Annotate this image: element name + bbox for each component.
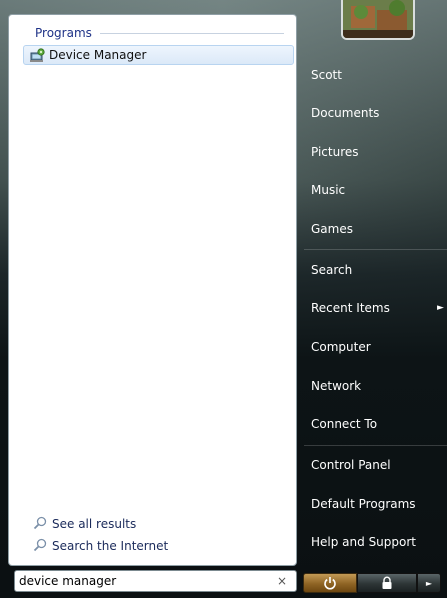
search-internet-label: Search the Internet	[52, 539, 169, 553]
section-title: Programs	[35, 26, 92, 40]
user-picture[interactable]	[341, 0, 415, 40]
section-divider	[99, 32, 284, 34]
right-item-music[interactable]: Music	[311, 181, 345, 199]
programs-panel: Programs Device Manager See all results	[8, 14, 297, 566]
programs-section-header: Programs	[35, 25, 284, 41]
right-item-computer[interactable]: Computer	[311, 338, 371, 356]
submenu-arrow-icon: ►	[437, 303, 444, 313]
right-divider	[304, 249, 447, 250]
device-manager-icon	[28, 47, 46, 63]
power-icon	[324, 577, 336, 590]
shutdown-options-button[interactable]: ►	[417, 573, 441, 593]
user-picture-image	[343, 0, 413, 38]
magnifier-icon	[33, 537, 47, 556]
right-item-control-panel[interactable]: Control Panel	[311, 456, 391, 474]
right-item-user-folder[interactable]: Scott	[311, 66, 342, 84]
right-item-connect-to[interactable]: Connect To	[311, 415, 377, 433]
right-item-search[interactable]: Search	[311, 261, 352, 279]
power-button[interactable]	[303, 573, 357, 593]
search-internet-link[interactable]: Search the Internet	[33, 537, 168, 555]
right-item-documents[interactable]: Documents	[311, 104, 379, 122]
right-item-recent-items[interactable]: Recent Items ►	[311, 299, 444, 317]
magnifier-icon	[33, 515, 47, 534]
right-item-games[interactable]: Games	[311, 220, 353, 238]
search-result-device-manager[interactable]: Device Manager	[23, 45, 294, 65]
start-search-box[interactable]: ×	[14, 570, 297, 592]
right-divider	[304, 445, 447, 446]
recent-items-label: Recent Items	[311, 301, 390, 315]
result-label: Device Manager	[49, 48, 147, 62]
right-item-network[interactable]: Network	[311, 377, 361, 395]
right-item-help-support[interactable]: Help and Support	[311, 533, 416, 551]
right-item-default-programs[interactable]: Default Programs	[311, 495, 416, 513]
clear-search-button[interactable]: ×	[274, 573, 290, 589]
lock-icon	[382, 576, 392, 589]
right-item-pictures[interactable]: Pictures	[311, 143, 359, 161]
lock-button[interactable]	[357, 573, 417, 593]
see-all-results-link[interactable]: See all results	[33, 515, 136, 533]
search-input[interactable]	[15, 572, 274, 590]
see-all-results-label: See all results	[52, 517, 137, 531]
